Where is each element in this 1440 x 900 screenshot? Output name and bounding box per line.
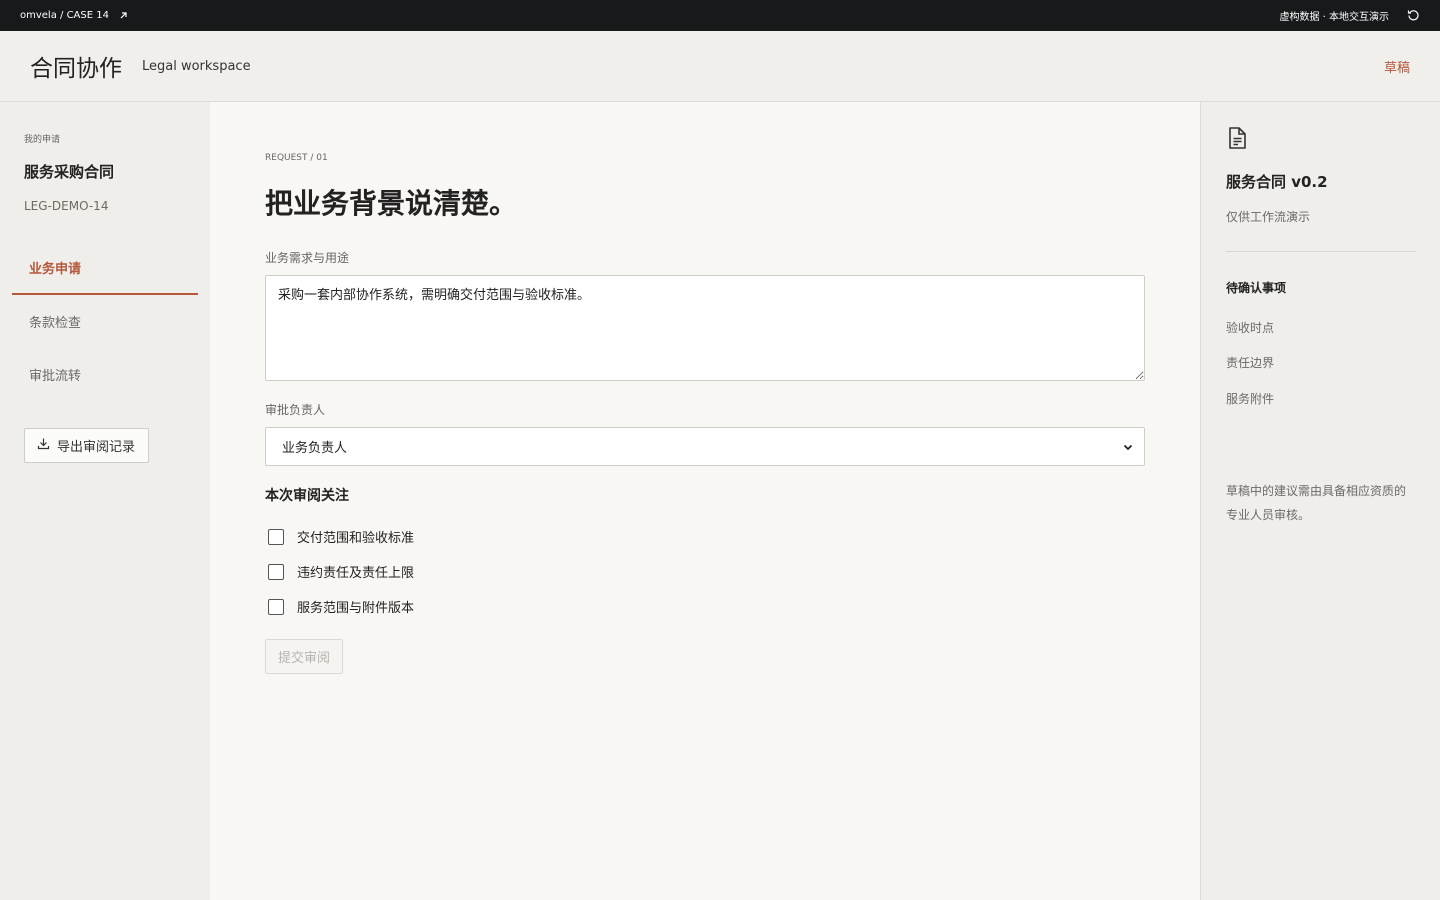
case-breadcrumb[interactable]: omvela / CASE 14: [20, 10, 109, 21]
document-title: 服务合同 v0.2: [1226, 173, 1328, 191]
focus-item-liability[interactable]: 违约责任及责任上限: [268, 562, 414, 581]
focus-item-label: 违约责任及责任上限: [297, 566, 415, 581]
chevron-down-icon: [1122, 441, 1134, 457]
reset-icon[interactable]: [1407, 9, 1420, 22]
export-review-label: 导出审阅记录: [57, 440, 136, 455]
document-subtitle: 仅供工作流演示: [1226, 210, 1311, 224]
pending-title: 待确认事项: [1226, 281, 1287, 295]
approver-select[interactable]: 业务负责人: [265, 427, 1145, 466]
download-icon: [37, 437, 50, 454]
focus-item-delivery[interactable]: 交付范围和验收标准: [268, 527, 414, 546]
nav-item-approval-flow[interactable]: 审批流转: [12, 348, 198, 401]
left-sidebar: 我的申请 服务采购合同 LEG-DEMO-14 业务申请 条款检查 审批流转 导…: [0, 102, 210, 900]
contract-name: 服务采购合同: [24, 163, 115, 181]
app-title: 合同协作: [30, 56, 122, 82]
case-link[interactable]: omvela / CASE 14: [20, 10, 128, 21]
approver-selected-value: 业务负责人: [282, 441, 348, 456]
divider: [1226, 251, 1416, 252]
right-panel: 服务合同 v0.2 仅供工作流演示 待确认事项 验收时点 责任边界 服务附件 草…: [1200, 102, 1440, 900]
status-badge: 草稿: [1383, 60, 1410, 76]
export-review-button[interactable]: 导出审阅记录: [24, 428, 149, 463]
page-title: 把业务背景说清楚。: [265, 187, 518, 220]
focus-item-label: 交付范围和验收标准: [297, 531, 415, 546]
contract-id: LEG-DEMO-14: [24, 199, 109, 213]
external-link-icon[interactable]: [119, 11, 128, 20]
step-label: REQUEST / 01: [265, 153, 328, 163]
app-header: 合同协作 Legal workspace 草稿: [0, 31, 1440, 102]
focus-item-scope[interactable]: 服务范围与附件版本: [268, 597, 414, 616]
top-bar: omvela / CASE 14 虚构数据 · 本地交互演示: [0, 0, 1440, 31]
sidebar-eyebrow: 我的申请: [24, 135, 61, 145]
document-icon: [1226, 126, 1248, 154]
checkbox[interactable]: [268, 598, 284, 615]
focus-section-title: 本次审阅关注: [265, 488, 349, 504]
pending-item: 验收时点: [1226, 321, 1275, 335]
main-form: REQUEST / 01 把业务背景说清楚。 业务需求与用途 采购一套内部协作系…: [210, 102, 1200, 900]
nav-item-clause-check[interactable]: 条款检查: [12, 295, 198, 348]
checkbox[interactable]: [268, 528, 284, 545]
review-note: 草稿中的建议需由具备相应资质的专业人员审核。: [1226, 484, 1407, 522]
submit-review-button[interactable]: 提交审阅: [265, 639, 343, 674]
demo-note: 虚构数据 · 本地交互演示: [1279, 12, 1389, 23]
approver-label: 审批负责人: [265, 403, 326, 417]
pending-item: 责任边界: [1226, 356, 1275, 370]
focus-item-label: 服务范围与附件版本: [297, 601, 415, 616]
nav-item-business-request[interactable]: 业务申请: [12, 242, 198, 295]
sidebar-nav: 业务申请 条款检查 审批流转: [12, 242, 198, 401]
pending-item: 服务附件: [1226, 392, 1275, 406]
purpose-label: 业务需求与用途: [265, 251, 350, 265]
app-subtitle: Legal workspace: [142, 58, 251, 74]
checkbox[interactable]: [268, 563, 284, 580]
purpose-textarea[interactable]: 采购一套内部协作系统，需明确交付范围与验收标准。: [265, 275, 1145, 381]
